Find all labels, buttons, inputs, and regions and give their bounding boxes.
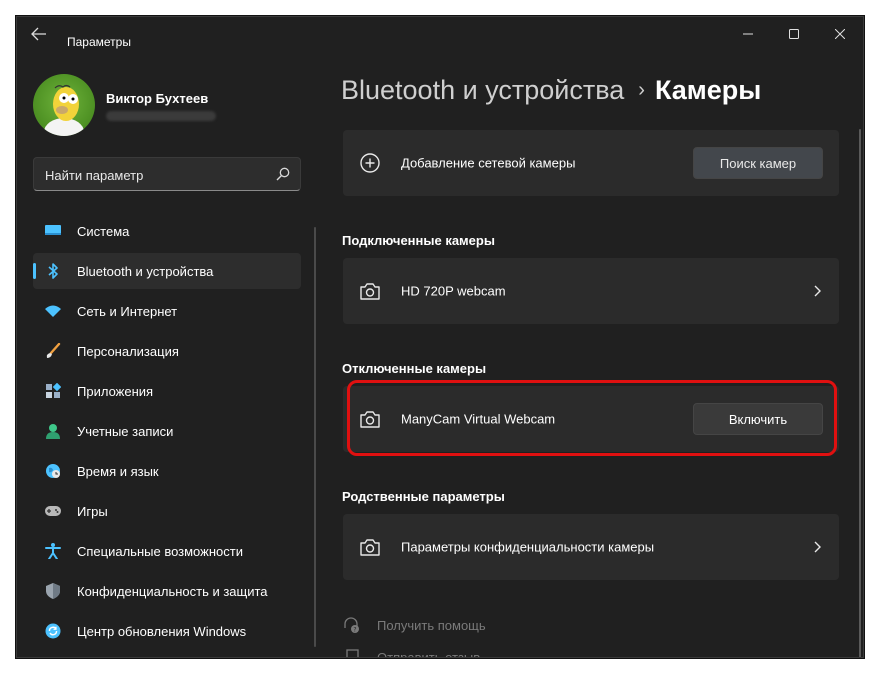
minimize-button[interactable]: [725, 17, 771, 51]
camera-privacy-settings-item[interactable]: Параметры конфиденциальности камеры: [343, 514, 839, 580]
avatar[interactable]: [33, 74, 95, 136]
sidebar-item-apps[interactable]: Приложения: [33, 373, 301, 409]
send-feedback-link[interactable]: Отправить отзыв: [343, 648, 481, 658]
sidebar-item-time-language[interactable]: Время и язык: [33, 453, 301, 489]
sidebar-item-bluetooth[interactable]: Bluetooth и устройства: [33, 253, 301, 289]
sidebar-item-personalization[interactable]: Персонализация: [33, 333, 301, 369]
sidebar-item-network[interactable]: Сеть и Интернет: [33, 293, 301, 329]
back-arrow-icon[interactable]: [31, 27, 51, 43]
brush-icon: [45, 343, 61, 359]
disabled-camera-item: ManyCam Virtual Webcam Включить: [343, 386, 839, 452]
sidebar-nav: Система Bluetooth и устройства Сеть и Ин…: [33, 213, 301, 653]
connected-camera-item[interactable]: HD 720P webcam: [343, 258, 839, 324]
camera-icon: [359, 280, 381, 302]
update-icon: [45, 623, 61, 639]
sidebar-item-gaming[interactable]: Игры: [33, 493, 301, 529]
sidebar-item-label: Игры: [77, 503, 108, 519]
system-icon: [45, 223, 61, 239]
enable-camera-button[interactable]: Включить: [693, 403, 823, 435]
privacy-settings-label: Параметры конфиденциальности камеры: [401, 539, 655, 555]
close-button[interactable]: [817, 17, 863, 51]
wifi-icon: [45, 303, 61, 319]
chevron-right-icon[interactable]: [811, 284, 823, 298]
breadcrumb-separator: ›: [638, 79, 645, 101]
add-camera-label: Добавление сетевой камеры: [401, 155, 576, 171]
sidebar-item-privacy[interactable]: Конфиденциальность и защита: [33, 573, 301, 609]
sidebar-scrollbar[interactable]: [314, 227, 316, 647]
settings-window: Параметры Виктор Бухтеев Найти параметр: [16, 16, 864, 658]
add-circle-icon: [359, 152, 381, 174]
title-bar: Параметры: [17, 17, 863, 51]
sidebar-item-accounts[interactable]: Учетные записи: [33, 413, 301, 449]
window-title: Параметры: [67, 35, 131, 49]
user-name: Виктор Бухтеев: [106, 91, 209, 106]
sidebar-item-system[interactable]: Система: [33, 213, 301, 249]
send-feedback-label: Отправить отзыв: [377, 649, 481, 658]
chevron-right-icon[interactable]: [811, 540, 823, 554]
feedback-icon: [343, 648, 361, 657]
search-cameras-button[interactable]: Поиск камер: [693, 147, 823, 179]
sidebar-item-accessibility[interactable]: Специальные возможности: [33, 533, 301, 569]
bluetooth-icon: [45, 263, 61, 279]
get-help-label: Получить помощь: [377, 617, 486, 633]
sidebar-item-label: Система: [77, 223, 130, 239]
globe-icon: [45, 463, 61, 479]
sidebar-item-label: Сеть и Интернет: [77, 303, 178, 319]
related-settings-heading: Родственные параметры: [342, 489, 505, 504]
maximize-button[interactable]: [771, 17, 817, 51]
breadcrumb: Bluetooth и устройства › Камеры: [341, 75, 761, 106]
main-scrollbar[interactable]: [859, 129, 861, 657]
sidebar-item-windows-update[interactable]: Центр обновления Windows: [33, 613, 301, 649]
user-email-blurred: [106, 111, 216, 121]
search-input[interactable]: Найти параметр: [33, 157, 301, 191]
disabled-cameras-heading: Отключенные камеры: [342, 361, 487, 376]
page-title: Камеры: [654, 75, 762, 105]
sidebar-item-label: Время и язык: [77, 463, 159, 479]
camera-name: ManyCam Virtual Webcam: [401, 411, 556, 427]
sidebar-item-label: Конфиденциальность и защита: [77, 583, 268, 599]
svg-text:?: ?: [353, 627, 356, 634]
search-placeholder: Найти параметр: [45, 168, 144, 183]
accessibility-icon: [45, 543, 61, 559]
sidebar-item-label: Специальные возможности: [77, 543, 243, 559]
add-network-camera-card: Добавление сетевой камеры Поиск камер: [343, 130, 839, 196]
camera-icon: [359, 408, 381, 430]
camera-name: HD 720P webcam: [401, 283, 506, 299]
connected-cameras-heading: Подключенные камеры: [342, 233, 495, 248]
sidebar-item-label: Центр обновления Windows: [77, 623, 247, 639]
sidebar-item-label: Учетные записи: [77, 423, 174, 439]
search-icon[interactable]: [276, 167, 290, 181]
shield-icon: [45, 583, 61, 599]
help-icon: ?: [343, 616, 361, 634]
sidebar-item-label: Bluetooth и устройства: [77, 263, 214, 279]
apps-icon: [45, 383, 61, 399]
account-icon: [45, 423, 61, 439]
gamepad-icon: [45, 503, 61, 519]
sidebar-item-label: Приложения: [77, 383, 154, 399]
camera-icon: [359, 536, 381, 558]
get-help-link[interactable]: ? Получить помощь: [343, 616, 486, 634]
breadcrumb-parent[interactable]: Bluetooth и устройства: [341, 75, 624, 105]
sidebar-item-label: Персонализация: [77, 343, 179, 359]
